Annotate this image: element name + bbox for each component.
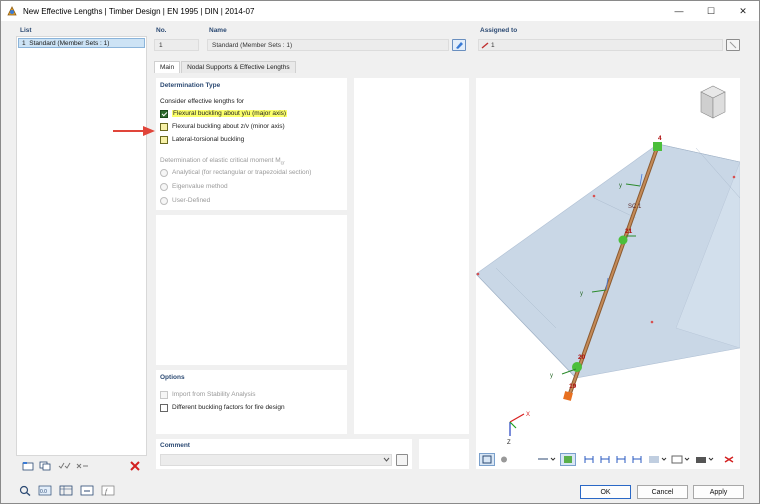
no-field[interactable]: 1 bbox=[154, 39, 199, 51]
tab-bar: Main Nodal Supports & Effective Lengths bbox=[154, 61, 297, 73]
user-defined-label: User-Defined bbox=[172, 197, 211, 204]
view-cube-icon bbox=[700, 85, 726, 119]
node-label: 19 bbox=[569, 383, 577, 390]
uncheck-all-icon[interactable] bbox=[74, 459, 90, 472]
flexural-z-label: Flexural buckling about z/v (minor axis) bbox=[172, 123, 285, 130]
section-icon[interactable] bbox=[670, 453, 692, 466]
chevron-down-icon[interactable] bbox=[383, 457, 390, 463]
axis-z-label: Z bbox=[507, 440, 511, 446]
list-item[interactable]: 1 Standard (Member Sets : 1) bbox=[18, 38, 145, 48]
import-stability-checkbox[interactable] bbox=[160, 391, 168, 399]
view-y-icon[interactable] bbox=[597, 453, 613, 466]
title-bar: New Effective Lengths | Timber Design | … bbox=[1, 1, 759, 21]
visibility-icon[interactable] bbox=[647, 453, 669, 466]
list-header: List bbox=[20, 27, 32, 34]
options-header: Options bbox=[160, 374, 185, 381]
analytical-radio[interactable] bbox=[160, 169, 168, 177]
fire-design-label: Different buckling factors for fire desi… bbox=[172, 404, 285, 411]
fire-design-checkbox[interactable] bbox=[160, 404, 168, 412]
list-panel bbox=[16, 36, 147, 456]
axis-x-label: X bbox=[526, 412, 530, 418]
print-icon[interactable] bbox=[694, 453, 716, 466]
list-item-label: Standard (Member Sets : 1) bbox=[29, 40, 110, 47]
maximize-button[interactable]: ☐ bbox=[695, 1, 727, 21]
delete-icon[interactable] bbox=[127, 459, 143, 472]
node-label: 4 bbox=[658, 135, 662, 142]
render-icon[interactable] bbox=[560, 453, 576, 466]
app-icon bbox=[7, 6, 17, 16]
flexural-z-checkbox[interactable] bbox=[160, 123, 168, 131]
svg-text:0.0: 0.0 bbox=[40, 489, 47, 495]
comment-side-panel bbox=[419, 439, 469, 469]
search-icon[interactable] bbox=[17, 484, 33, 497]
view-mode-icon[interactable] bbox=[479, 453, 495, 466]
apply-button[interactable]: Apply bbox=[693, 485, 744, 499]
ok-button[interactable]: OK bbox=[580, 485, 631, 499]
reset-view-icon[interactable] bbox=[721, 453, 737, 466]
function-icon[interactable]: f bbox=[100, 484, 116, 497]
eigenvalue-label: Eigenvalue method bbox=[172, 183, 228, 190]
assigned-value: 1 bbox=[491, 42, 495, 49]
tab-nodal-supports[interactable]: Nodal Supports & Effective Lengths bbox=[181, 61, 296, 73]
no-header: No. bbox=[156, 27, 167, 34]
display-options-icon[interactable] bbox=[534, 453, 558, 466]
model-canvas: y y y 4 21 20 19 SC 1 X Z bbox=[476, 85, 740, 446]
info-icon[interactable] bbox=[79, 484, 95, 497]
svg-text:y: y bbox=[550, 373, 553, 379]
node-select-icon[interactable] bbox=[496, 453, 512, 466]
edit-name-icon[interactable] bbox=[452, 39, 466, 51]
flexural-y-checkbox[interactable] bbox=[160, 110, 168, 118]
comment-library-icon[interactable] bbox=[396, 454, 408, 466]
middle-panel bbox=[354, 78, 469, 434]
annotation-arrow-icon bbox=[113, 126, 155, 136]
list-item-number: 1 bbox=[22, 40, 26, 47]
check-all-icon[interactable] bbox=[57, 459, 73, 472]
model-view[interactable]: y y y 4 21 20 19 SC 1 X Z bbox=[476, 78, 740, 469]
table-icon[interactable] bbox=[58, 484, 74, 497]
member-set-icon bbox=[481, 42, 489, 49]
new-item-icon[interactable] bbox=[20, 459, 36, 472]
assigned-header: Assigned to bbox=[480, 27, 518, 34]
copy-item-icon[interactable] bbox=[37, 459, 53, 472]
close-button[interactable]: ✕ bbox=[727, 1, 759, 21]
critical-moment-label: Determination of elastic critical moment… bbox=[160, 157, 285, 167]
name-header: Name bbox=[209, 27, 227, 34]
flexural-y-label: Flexural buckling about y/u (major axis) bbox=[172, 110, 288, 117]
dialog-window: New Effective Lengths | Timber Design | … bbox=[0, 0, 760, 504]
svg-text:y: y bbox=[580, 291, 583, 297]
cancel-button[interactable]: Cancel bbox=[637, 485, 688, 499]
svg-text:y: y bbox=[619, 183, 622, 189]
consider-label: Consider effective lengths for bbox=[160, 98, 245, 105]
window-title: New Effective Lengths | Timber Design | … bbox=[23, 6, 255, 16]
comment-header: Comment bbox=[160, 442, 190, 449]
view-x-icon[interactable] bbox=[581, 453, 597, 466]
name-field[interactable]: Standard (Member Sets : 1) bbox=[207, 39, 449, 51]
lateral-torsional-label: Lateral-torsional buckling bbox=[172, 136, 245, 143]
units-icon[interactable]: 0.0 bbox=[37, 484, 53, 497]
select-assignment-icon[interactable] bbox=[726, 39, 740, 51]
empty-panel bbox=[156, 215, 347, 365]
view-iso-icon[interactable] bbox=[629, 453, 645, 466]
tab-main[interactable]: Main bbox=[154, 61, 181, 73]
node-label: 20 bbox=[578, 354, 586, 361]
view-z-icon[interactable] bbox=[613, 453, 629, 466]
comment-field[interactable] bbox=[160, 454, 392, 466]
member-label: SC 1 bbox=[628, 204, 642, 210]
analytical-label: Analytical (for rectangular or trapezoid… bbox=[172, 169, 312, 176]
assigned-field[interactable]: 1 bbox=[478, 39, 723, 51]
determination-header: Determination Type bbox=[160, 82, 221, 89]
eigenvalue-radio[interactable] bbox=[160, 183, 168, 191]
minimize-button[interactable]: — bbox=[663, 1, 695, 21]
lateral-torsional-checkbox[interactable] bbox=[160, 136, 168, 144]
user-defined-radio[interactable] bbox=[160, 197, 168, 205]
node-label: 21 bbox=[625, 228, 633, 235]
import-stability-label: Import from Stability Analysis bbox=[172, 391, 256, 398]
